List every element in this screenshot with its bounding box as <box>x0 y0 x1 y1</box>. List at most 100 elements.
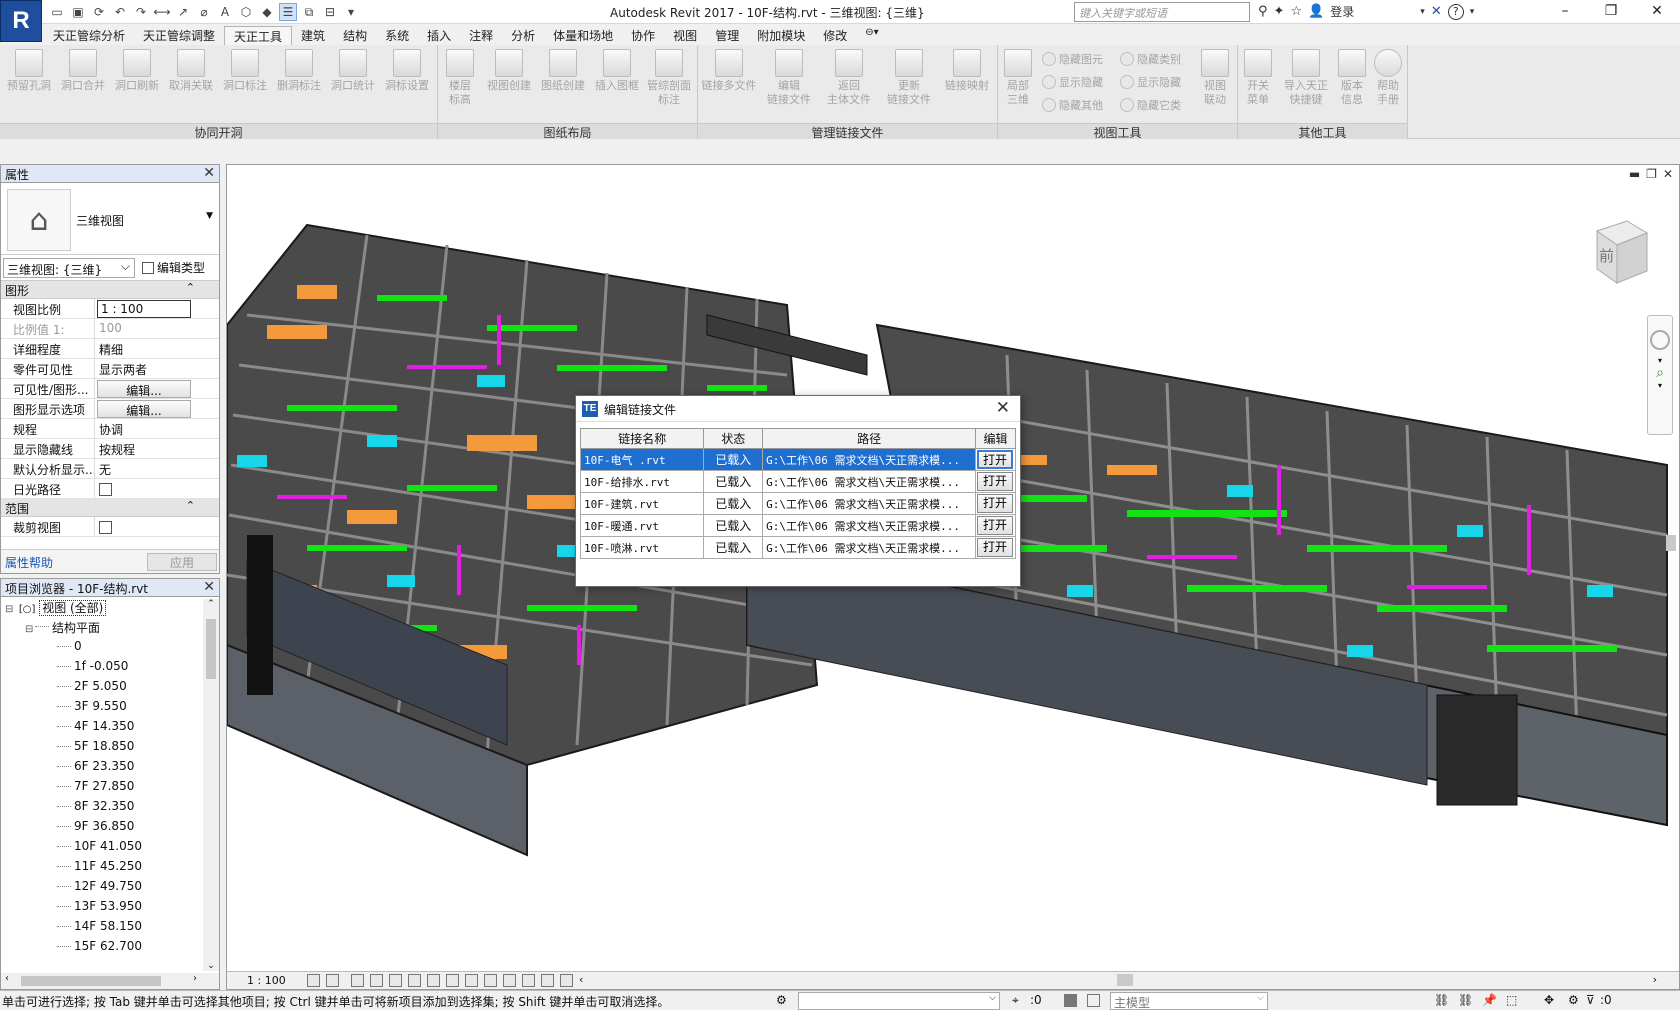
design-options-icon[interactable] <box>1087 994 1100 1007</box>
link-status-cell[interactable]: 已载入 <box>703 514 764 537</box>
scroll-thumb[interactable] <box>206 619 216 679</box>
lock-view-icon[interactable] <box>446 974 459 987</box>
create-sheet-button[interactable]: 图纸创建 <box>536 49 590 93</box>
workset-dropdown[interactable]: ⌵ <box>798 992 1000 1010</box>
link-path-cell[interactable]: G:\工作\06 需求文档\天正需求模... <box>762 448 977 471</box>
tree-level-item[interactable]: 0 <box>5 637 219 657</box>
worksharing-display-icon[interactable] <box>503 974 516 987</box>
tree-level-item[interactable]: 8F 32.350 <box>5 797 219 817</box>
show-crop-icon[interactable] <box>427 974 440 987</box>
link-status-cell[interactable]: 已载入 <box>703 536 764 559</box>
delete-hole-tag-button[interactable]: 删洞标注 <box>272 49 326 93</box>
link-row[interactable]: 10F-建筑.rvt 已载入 G:\工作\06 需求文档\天正需求模... 打开 <box>579 492 1016 515</box>
tree-level-item[interactable]: 2F 5.050 <box>5 677 219 697</box>
link-row[interactable]: 10F-给排水.rvt 已载入 G:\工作\06 需求文档\天正需求模... 打开 <box>579 470 1016 493</box>
version-info-button[interactable]: 版本 信息 <box>1334 49 1370 107</box>
tree-level-item[interactable]: 7F 27.850 <box>5 777 219 797</box>
minimize-icon[interactable]: ▬ <box>1629 167 1640 181</box>
reserve-hole-button[interactable]: 预留孔洞 <box>2 49 56 93</box>
edit-link-file-button[interactable]: 编辑 链接文件 <box>762 49 816 107</box>
col-path[interactable]: 路径 <box>762 428 977 449</box>
visual-style-icon[interactable] <box>326 974 339 987</box>
col-edit[interactable]: 编辑 <box>975 428 1016 449</box>
tab-tz-tools[interactable]: 天正工具 <box>224 26 293 45</box>
return-host-button[interactable]: 返回 主体文件 <box>822 49 876 107</box>
shadows-icon[interactable] <box>370 974 383 987</box>
hide-element-button[interactable]: 隐藏图元 <box>1042 49 1103 69</box>
worksets-icon[interactable]: ⚙ <box>776 993 787 1007</box>
sun-path-checkbox[interactable] <box>99 483 112 496</box>
login-dropdown-icon[interactable]: ▾ <box>1420 7 1425 17</box>
tree-level-item[interactable]: 15F 62.700 <box>5 937 219 957</box>
insert-frame-button[interactable]: 插入图框 <box>590 49 644 93</box>
link-name-cell[interactable]: 10F-给排水.rvt <box>579 470 705 493</box>
edit-visibility-button[interactable]: 编辑... <box>97 380 191 398</box>
close-icon[interactable]: ✕ <box>1663 167 1673 181</box>
tree-group-structural-plans[interactable]: ⊟ 结构平面 <box>5 617 219 637</box>
tab-manage[interactable]: 管理 <box>706 26 748 45</box>
col-link-name[interactable]: 链接名称 <box>579 428 705 449</box>
category-graphics[interactable]: 图形 ⌃ <box>1 281 219 299</box>
background-process-icon[interactable]: ⚙ <box>1568 993 1579 1007</box>
tab-addins[interactable]: 附加模块 <box>748 26 814 45</box>
link-status-cell[interactable]: 已载入 <box>703 448 764 471</box>
apply-button[interactable]: 应用 <box>147 553 217 571</box>
chevron-down-icon[interactable]: ▼ <box>206 211 213 221</box>
scroll-right-icon[interactable]: › <box>1653 973 1657 986</box>
tab-architecture[interactable]: 建筑 <box>292 26 334 45</box>
link-status-cell[interactable]: 已载入 <box>703 492 764 515</box>
tab-tz-analysis[interactable]: 天正管综分析 <box>44 26 134 45</box>
instance-filter-dropdown[interactable]: 三维视图: {三维} <box>3 258 135 278</box>
design-option-dropdown[interactable]: 主模型 ⌵ <box>1110 992 1268 1010</box>
select-links-icon[interactable]: ⛓ <box>1434 993 1449 1007</box>
view-cube[interactable]: 前 <box>1587 217 1649 287</box>
link-path-cell[interactable]: G:\工作\06 需求文档\天正需求模... <box>762 536 977 559</box>
tab-collaborate[interactable]: 协作 <box>622 26 664 45</box>
open-icon[interactable]: ▭ <box>48 3 66 21</box>
select-by-face-icon[interactable]: ⬚ <box>1506 993 1517 1007</box>
drag-on-selection-icon[interactable]: ✥ <box>1544 993 1554 1007</box>
view-scale-button[interactable]: 1 : 100 <box>247 974 286 987</box>
col-status[interactable]: 状态 <box>703 428 764 449</box>
browser-hscrollbar[interactable]: ‹ › <box>1 973 219 989</box>
restore-icon[interactable]: ❐ <box>1588 0 1634 24</box>
viewport-vscrollbar[interactable] <box>1663 345 1679 965</box>
reveal-constraints-icon[interactable] <box>560 974 573 987</box>
link-mapping-button[interactable]: 链接映射 <box>940 49 994 93</box>
binoculars-icon[interactable]: ⚲ <box>1258 4 1268 19</box>
tree-level-item[interactable]: 11F 45.250 <box>5 857 219 877</box>
link-row[interactable]: 10F-喷淋.rvt 已载入 G:\工作\06 需求文档\天正需求模... 打开 <box>579 536 1016 559</box>
close-icon[interactable]: ✕ <box>996 398 1010 418</box>
highlight-displacement-icon[interactable] <box>541 974 554 987</box>
import-shortcuts-button[interactable]: 导入天正 快捷键 <box>1278 49 1334 107</box>
tree-level-item[interactable]: 1f -0.050 <box>5 657 219 677</box>
tree-level-item[interactable]: 9F 36.850 <box>5 817 219 837</box>
section-tag-button[interactable]: 管综剖面 标注 <box>642 49 696 107</box>
ribbon-minimize-icon[interactable]: ⊖▾ <box>856 26 887 45</box>
unlink-button[interactable]: 取消关联 <box>164 49 218 93</box>
view-scale-field[interactable]: 1 : 100 <box>97 300 191 318</box>
render-icon[interactable] <box>389 974 402 987</box>
close-hidden-icon[interactable]: ⧉ <box>300 3 318 21</box>
tag-icon[interactable]: ⌀ <box>195 3 213 21</box>
view-sync-button[interactable]: 视图 联动 <box>1194 49 1236 107</box>
collapse-icon[interactable]: ⊟ <box>5 604 15 615</box>
open-link-button[interactable]: 打开 <box>977 494 1014 513</box>
editable-only-icon[interactable] <box>1064 994 1077 1007</box>
collapse-icon[interactable]: ⊟ <box>25 624 35 635</box>
scroll-thumb[interactable] <box>1666 535 1676 551</box>
browser-scrollbar[interactable]: ⌃ ⌄ <box>203 599 219 971</box>
crop-view-checkbox[interactable] <box>99 521 112 534</box>
scroll-left-icon[interactable]: ‹ <box>579 973 583 986</box>
level-elevation-button[interactable]: 楼层 标高 <box>438 49 482 107</box>
3d-view-icon[interactable]: ⬡ <box>237 3 255 21</box>
redo-icon[interactable]: ↷ <box>132 3 150 21</box>
user-icon[interactable]: 👤 <box>1308 4 1324 19</box>
hole-tag-button[interactable]: 洞口标注 <box>218 49 272 93</box>
switch-windows-icon[interactable]: ⊟ <box>321 3 339 21</box>
undo-icon[interactable]: ↶ <box>111 3 129 21</box>
tree-level-item[interactable]: 12F 49.750 <box>5 877 219 897</box>
close-icon[interactable]: ✕ <box>203 165 215 181</box>
detail-level-icon[interactable] <box>307 974 320 987</box>
exchange-icon[interactable]: ✕ <box>1431 4 1442 19</box>
